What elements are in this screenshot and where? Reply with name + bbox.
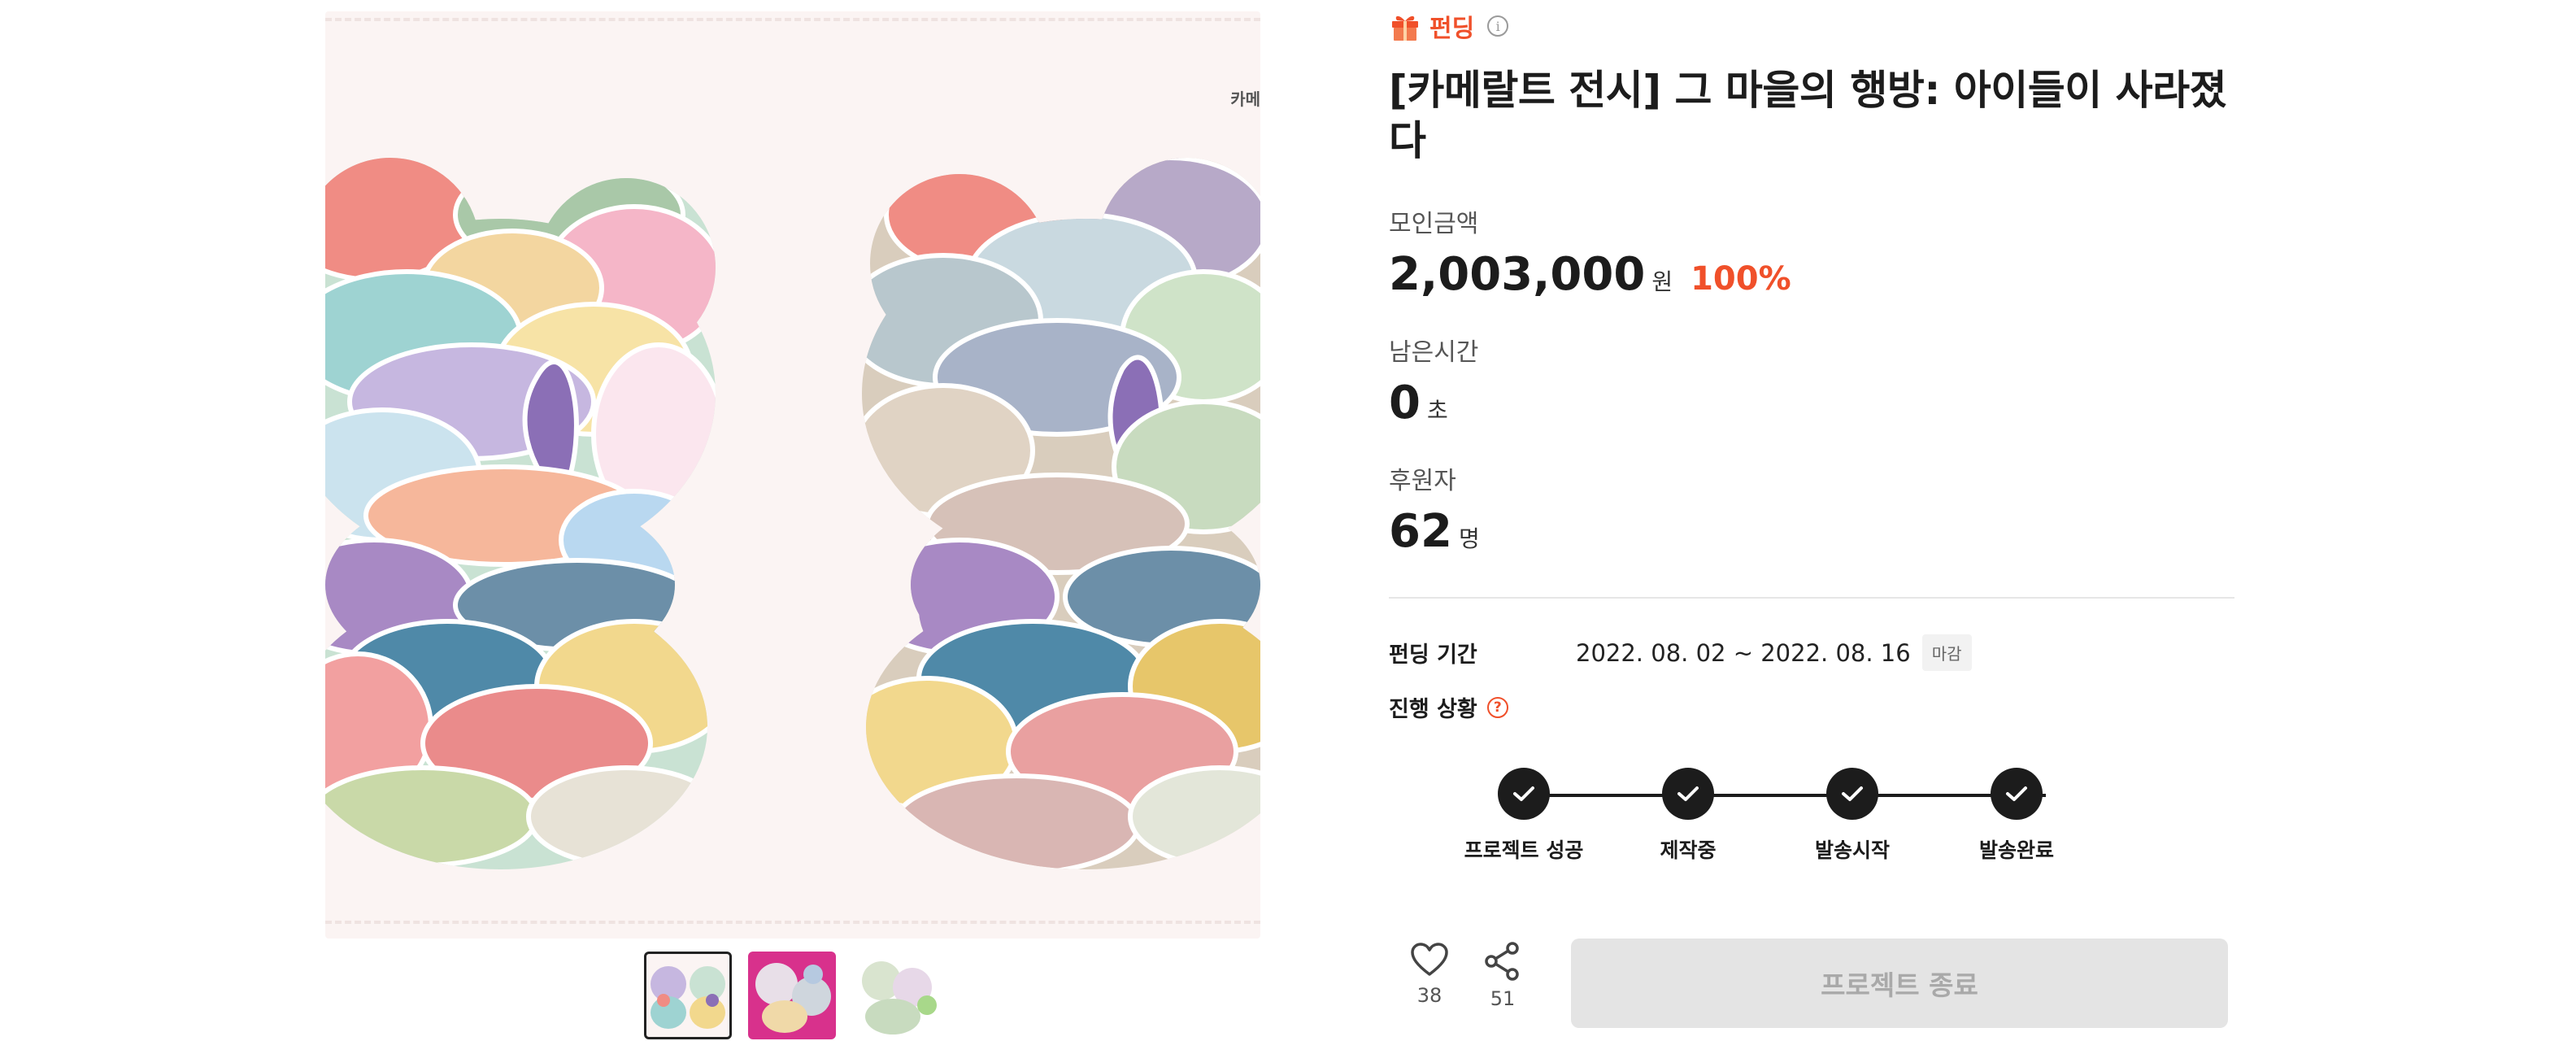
- amount-label: 모인금액: [1389, 210, 1479, 238]
- progress-status-label: 진행 상황: [1389, 697, 1477, 722]
- backers-unit: 명: [1458, 525, 1480, 552]
- step-label: 제작중: [1660, 838, 1717, 862]
- time-left-value: 0: [1389, 377, 1421, 429]
- project-info-panel: 펀딩 i [카메랄트 전시] 그 마을의 행방: 아이들이 사라졌다 모인금액 …: [1389, 0, 2234, 1041]
- heart-icon: [1411, 943, 1448, 976]
- check-icon: [1991, 768, 2043, 820]
- amount-stat: 모인금액 2,003,000 원 100%: [1389, 210, 1791, 301]
- bear-illustration: [325, 158, 1260, 869]
- info-icon[interactable]: i: [1487, 15, 1509, 37]
- step-label: 프로젝트 성공: [1464, 838, 1584, 862]
- category-label[interactable]: 펀딩: [1429, 8, 1474, 44]
- closed-badge: 마감: [1921, 634, 1972, 671]
- main-product-image[interactable]: 카메: [325, 11, 1260, 939]
- funding-period-row: 펀딩 기간 2022. 08. 02 ~ 2022. 08. 16 마감: [1389, 634, 1972, 671]
- thumbnail-1[interactable]: [644, 952, 732, 1039]
- share-icon: [1485, 942, 1519, 981]
- step-shipping-started: 발송시작: [1763, 768, 1942, 864]
- time-left-stat: 남은시간 0 초: [1389, 338, 1478, 429]
- action-bar: 38 51 프로젝트 종료: [1389, 935, 2234, 1033]
- project-ended-button[interactable]: 프로젝트 종료: [1571, 939, 2228, 1028]
- backers-value: 62: [1389, 505, 1452, 558]
- progress-status-row: 진행 상황 ?: [1389, 691, 1508, 723]
- amount-unit: 원: [1651, 268, 1673, 295]
- step-project-success: 프로젝트 성공: [1434, 768, 1613, 864]
- divider: [1389, 597, 2234, 599]
- check-icon: [1826, 768, 1878, 820]
- time-left-unit: 초: [1426, 397, 1448, 424]
- category-row: 펀딩 i: [1389, 8, 1509, 44]
- step-label: 발송시작: [1814, 838, 1890, 862]
- check-icon: [1662, 768, 1714, 820]
- thumbnail-3-image: [862, 961, 937, 1034]
- thumbnail-1-image: [651, 966, 725, 1029]
- step-label: 발송완료: [1978, 838, 2054, 862]
- like-button[interactable]: 38: [1405, 942, 1454, 1007]
- image-gallery: 카메: [325, 0, 1260, 1041]
- step-in-production: 제작중: [1599, 768, 1778, 864]
- amount-percent: 100%: [1690, 260, 1791, 298]
- image-bottom-border: [325, 921, 1260, 924]
- progress-stepper: 프로젝트 성공 제작중 발송시작 발송완료: [1464, 768, 2113, 865]
- time-left-label: 남은시간: [1389, 338, 1479, 367]
- step-shipping-complete: 발송완료: [1927, 768, 2106, 864]
- share-count: 51: [1490, 987, 1516, 1010]
- share-button[interactable]: 51: [1478, 942, 1527, 1010]
- thumbnail-strip: [644, 952, 940, 1041]
- check-icon: [1498, 768, 1550, 820]
- thumbnail-2[interactable]: [748, 952, 836, 1039]
- backers-stat: 후원자 62 명: [1389, 467, 1480, 558]
- amount-value: 2,003,000: [1389, 248, 1646, 301]
- funding-period-label: 펀딩 기간: [1389, 642, 1477, 668]
- project-title: [카메랄트 전시] 그 마을의 행방: 아이들이 사라졌다: [1389, 67, 2227, 164]
- help-icon[interactable]: ?: [1486, 696, 1508, 718]
- gift-icon: [1389, 10, 1421, 42]
- funding-period-dates: 2022. 08. 02 ~ 2022. 08. 16: [1576, 638, 1911, 667]
- thumbnail-2-image: [755, 963, 831, 1033]
- like-count: 38: [1416, 984, 1442, 1007]
- thumbnail-3[interactable]: [852, 952, 940, 1039]
- backers-label: 후원자: [1389, 467, 1456, 495]
